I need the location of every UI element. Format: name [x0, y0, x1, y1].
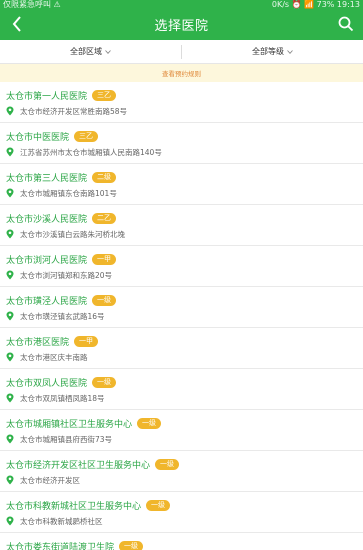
status-bar: 仅限紧急呼叫 ⚠ 0K/s ⏰ 📶 73% 19:13 — [0, 0, 363, 9]
hospital-header: 太仓市娄东街道陆渡卫生院 一级 — [6, 539, 363, 550]
hospital-name: 太仓市城厢镇社区卫生服务中心 — [6, 419, 133, 430]
hospital-name: 太仓市第三人民医院 — [6, 173, 88, 184]
hospital-list-item[interactable]: 太仓市经济开发区社区卫生服务中心 一级太仓市经济开发区 — [0, 451, 363, 492]
hospital-address-row: 太仓市城厢镇东仓南路101号 — [6, 187, 363, 199]
hospital-header: 太仓市城厢镇社区卫生服务中心 一级 — [6, 416, 363, 430]
hospital-list: 太仓市第一人民医院 三乙 太仓市经济开发区常胜南路58号 太仓市中医医院 三乙 江苏省苏州… — [0, 82, 363, 550]
location-pin-icon — [6, 147, 14, 157]
hospital-address: 太仓市璜泾镇玄武路16号 — [20, 311, 105, 321]
hospital-address-row: 太仓市沙溪镇白云路朱河桥北堍 — [6, 228, 363, 240]
hospital-list-item[interactable]: 太仓市港区医院 一甲太仓市港区庆丰南路 — [0, 328, 363, 369]
search-icon — [338, 16, 354, 32]
hospital-address-row: 太仓市浏河镇郑和东路20号 — [6, 269, 363, 281]
page-title: 选择医院 — [154, 19, 209, 34]
hospital-level-badge: 一级 — [146, 499, 171, 511]
hospital-address: 太仓市港区庆丰南路 — [20, 352, 88, 362]
location-pin-icon — [6, 475, 14, 485]
hospital-level-badge: 二级 — [92, 171, 117, 183]
hospital-address: 太仓市城厢镇县府西街73号 — [20, 434, 113, 444]
location-pin-icon — [6, 393, 14, 403]
hospital-list-item[interactable]: 太仓市沙溪人民医院 二乙太仓市沙溪镇白云路朱河桥北堍 — [0, 205, 363, 246]
hospital-header: 太仓市第三人民医院 二级 — [6, 170, 363, 184]
chevron-down-icon — [287, 49, 293, 54]
hospital-header: 太仓市璜泾人民医院 一级 — [6, 293, 363, 307]
hospital-level-badge: 三乙 — [92, 89, 117, 101]
hospital-level-badge: 三乙 — [74, 130, 99, 142]
hospital-level-badge: 一甲 — [92, 253, 117, 265]
location-pin-icon — [6, 434, 14, 444]
hospital-level-badge: 一级 — [155, 458, 180, 470]
level-filter[interactable]: 全部等级 — [182, 46, 363, 57]
region-filter-label: 全部区域 — [70, 47, 102, 56]
hospital-list-item[interactable]: 太仓市浏河人民医院 一甲太仓市浏河镇郑和东路20号 — [0, 246, 363, 287]
hospital-name: 太仓市璜泾人民医院 — [6, 296, 88, 307]
location-pin-icon — [6, 270, 14, 280]
hospital-level-badge: 一甲 — [74, 335, 99, 347]
back-button[interactable] — [6, 13, 28, 35]
hospital-address: 太仓市沙溪镇白云路朱河桥北堍 — [20, 229, 125, 239]
hospital-list-item[interactable]: 太仓市璜泾人民医院 一级太仓市璜泾镇玄武路16号 — [0, 287, 363, 328]
hospital-header: 太仓市沙溪人民医院 二乙 — [6, 211, 363, 225]
hospital-name: 太仓市沙溪人民医院 — [6, 214, 88, 225]
level-filter-label: 全部等级 — [252, 47, 284, 56]
chevron-left-icon — [12, 16, 21, 32]
hospital-name: 太仓市双凤人民医院 — [6, 378, 88, 389]
hospital-level-badge: 一级 — [137, 417, 162, 429]
hospital-address: 江苏省苏州市太仓市城厢镇人民南路140号 — [20, 147, 162, 157]
location-pin-icon — [6, 311, 14, 321]
region-filter[interactable]: 全部区域 — [0, 46, 181, 57]
location-pin-icon — [6, 106, 14, 116]
hospital-header: 太仓市双凤人民医院 一级 — [6, 375, 363, 389]
hospital-header: 太仓市经济开发区社区卫生服务中心 一级 — [6, 457, 363, 471]
hospital-list-item[interactable]: 太仓市第三人民医院 二级太仓市城厢镇东仓南路101号 — [0, 164, 363, 205]
location-pin-icon — [6, 188, 14, 198]
hospital-address-row: 太仓市港区庆丰南路 — [6, 351, 363, 363]
hospital-address-row: 太仓市经济开发区 — [6, 474, 363, 486]
hospital-name: 太仓市港区医院 — [6, 337, 70, 348]
hospital-address-row: 太仓市科教新城鹮桥社区 — [6, 515, 363, 527]
status-right-text: 0K/s ⏰ 📶 73% 19:13 — [271, 0, 360, 9]
hospital-address: 太仓市经济开发区 — [20, 475, 80, 485]
location-pin-icon — [6, 352, 14, 362]
hospital-address: 太仓市科教新城鹮桥社区 — [20, 516, 103, 526]
filter-bar: 全部区域 全部等级 — [0, 40, 363, 64]
hospital-list-item[interactable]: 太仓市科教新城社区卫生服务中心 一级太仓市科教新城鹮桥社区 — [0, 492, 363, 533]
hospital-address-row: 太仓市璜泾镇玄武路16号 — [6, 310, 363, 322]
hospital-list-item[interactable]: 太仓市中医医院 三乙江苏省苏州市太仓市城厢镇人民南路140号 — [0, 123, 363, 164]
app-bar: 选择医院 — [0, 9, 363, 40]
hospital-list-item[interactable]: 太仓市城厢镇社区卫生服务中心 一级太仓市城厢镇县府西街73号 — [0, 410, 363, 451]
hospital-level-badge: 一级 — [119, 540, 144, 550]
hospital-address: 太仓市城厢镇东仓南路101号 — [20, 188, 117, 198]
hospital-header: 太仓市浏河人民医院 一甲 — [6, 252, 363, 266]
hospital-level-badge: 一级 — [92, 294, 117, 306]
hospital-name: 太仓市浏河人民医院 — [6, 255, 88, 266]
hospital-name: 太仓市娄东街道陆渡卫生院 — [6, 542, 115, 550]
hospital-header: 太仓市港区医院 一甲 — [6, 334, 363, 348]
hospital-address-row: 江苏省苏州市太仓市城厢镇人民南路140号 — [6, 146, 363, 158]
hospital-level-badge: 一级 — [92, 376, 117, 388]
hospital-name: 太仓市科教新城社区卫生服务中心 — [6, 501, 142, 512]
hospital-name: 太仓市第一人民医院 — [6, 91, 88, 102]
hospital-header: 太仓市第一人民医院 三乙 — [6, 88, 363, 102]
hospital-address-row: 太仓市经济开发区常胜南路58号 — [6, 105, 363, 117]
hospital-address-row: 太仓市城厢镇县府西街73号 — [6, 433, 363, 445]
hospital-address: 太仓市浏河镇郑和东路20号 — [20, 270, 113, 280]
hospital-address: 太仓市双凤镇栖凤路18号 — [20, 393, 105, 403]
chevron-down-icon — [105, 49, 111, 54]
location-pin-icon — [6, 516, 14, 526]
hospital-list-item[interactable]: 太仓市第一人民医院 三乙太仓市经济开发区常胜南路58号 — [0, 82, 363, 123]
hospital-level-badge: 二乙 — [92, 212, 117, 224]
hospital-header: 太仓市科教新城社区卫生服务中心 一级 — [6, 498, 363, 512]
hospital-list-item[interactable]: 太仓市双凤人民医院 一级太仓市双凤镇栖凤路18号 — [0, 369, 363, 410]
hospital-address-row: 太仓市双凤镇栖凤路18号 — [6, 392, 363, 404]
hospital-name: 太仓市经济开发区社区卫生服务中心 — [6, 460, 151, 471]
hospital-list-item[interactable]: 太仓市娄东街道陆渡卫生院 一级 — [0, 533, 363, 550]
hospital-header: 太仓市中医医院 三乙 — [6, 129, 363, 143]
booking-rules-link[interactable]: 查看预约规则 — [0, 64, 363, 82]
status-left-text: 仅限紧急呼叫 ⚠ — [3, 0, 61, 9]
search-button[interactable] — [335, 13, 357, 35]
location-pin-icon — [6, 229, 14, 239]
hospital-name: 太仓市中医医院 — [6, 132, 70, 143]
hospital-address: 太仓市经济开发区常胜南路58号 — [20, 106, 128, 116]
